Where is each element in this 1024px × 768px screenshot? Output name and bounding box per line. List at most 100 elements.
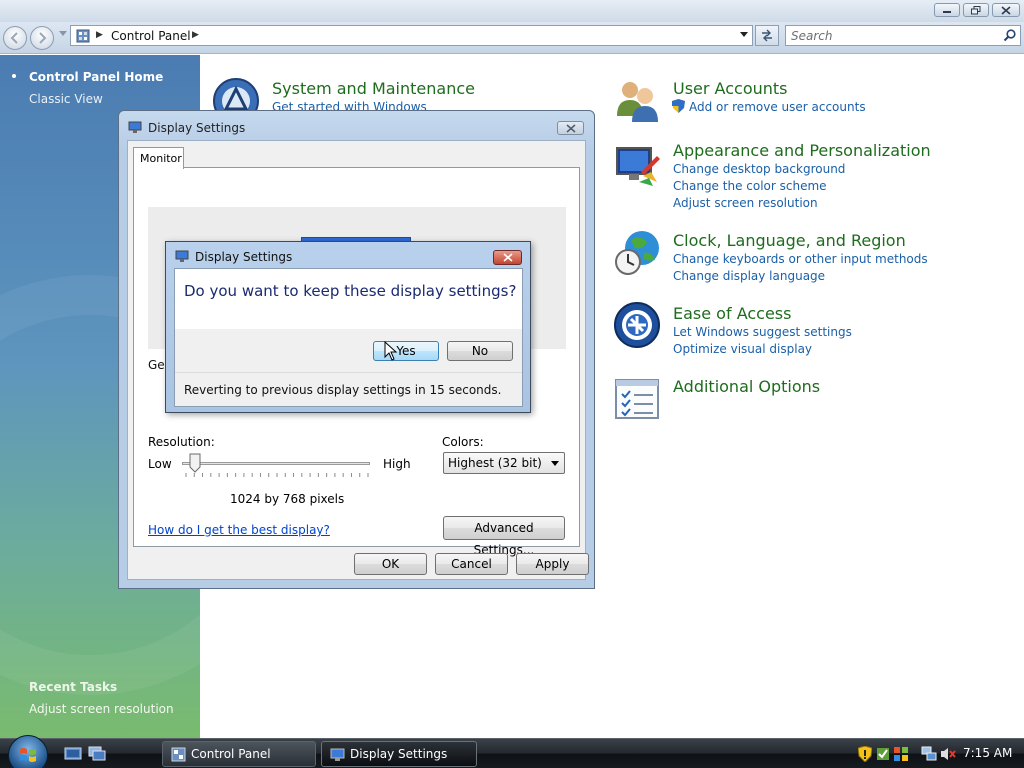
appearance-personalization-title[interactable]: Appearance and Personalization — [673, 141, 931, 160]
display-settings-icon — [330, 748, 345, 761]
breadcrumb-separator-icon[interactable]: ▶ — [192, 30, 199, 40]
clock-language-region-icon[interactable] — [613, 228, 661, 276]
ok-button[interactable]: OK — [354, 553, 427, 575]
adjust-screen-resolution-link[interactable]: Adjust screen resolution — [673, 196, 818, 210]
advanced-settings-button[interactable]: Advanced Settings... — [443, 516, 565, 557]
control-panel-icon — [171, 747, 186, 762]
keep-settings-body: Do you want to keep these display settin… — [174, 268, 523, 407]
slider-high-label: High — [383, 457, 411, 471]
close-icon — [502, 253, 513, 262]
revert-countdown-text: Reverting to previous display settings i… — [184, 383, 502, 397]
address-bar[interactable]: ▶ Control Panel ▶ — [70, 25, 753, 46]
change-display-language-link[interactable]: Change display language — [673, 269, 825, 283]
add-remove-accounts-link[interactable]: Add or remove user accounts — [689, 100, 866, 114]
keep-settings-close-button[interactable] — [493, 250, 522, 265]
slider-low-label: Low — [148, 457, 172, 471]
back-arrow-icon — [10, 32, 18, 44]
forward-arrow-icon — [39, 32, 47, 44]
forward-button[interactable] — [30, 26, 54, 50]
control-panel-icon — [76, 29, 90, 43]
uac-shield-icon — [672, 99, 685, 113]
keep-settings-question: Do you want to keep these display settin… — [184, 282, 517, 300]
security-shield-icon[interactable] — [858, 746, 872, 762]
show-desktop-icon[interactable] — [64, 746, 82, 761]
chevron-down-icon — [551, 461, 559, 466]
additional-options-title[interactable]: Additional Options — [673, 377, 820, 396]
colors-label: Colors: — [442, 435, 484, 449]
recent-task-adjust-resolution[interactable]: Adjust screen resolution — [29, 702, 174, 716]
back-button[interactable] — [3, 26, 27, 50]
refresh-button[interactable] — [755, 25, 779, 46]
minimize-icon — [943, 11, 951, 13]
taskbar-control-panel[interactable]: Control Panel — [162, 741, 316, 767]
appearance-personalization-icon[interactable] — [613, 142, 661, 190]
start-button[interactable] — [8, 735, 48, 768]
keep-settings-dialog: Display Settings Do you want to keep the… — [165, 241, 531, 413]
yes-button[interactable]: Yes — [373, 341, 439, 361]
change-desktop-background-link[interactable]: Change desktop background — [673, 162, 845, 176]
display-settings-icon — [175, 250, 189, 262]
recent-pages-dropdown-icon[interactable] — [59, 31, 67, 36]
system-maintenance-title[interactable]: System and Maintenance — [272, 79, 475, 98]
keep-settings-title: Display Settings — [195, 250, 293, 264]
change-keyboards-link[interactable]: Change keyboards or other input methods — [673, 252, 928, 266]
taskbar-clock[interactable]: 7:15 AM — [963, 746, 1012, 760]
address-dropdown-icon[interactable] — [740, 32, 748, 37]
mouse-cursor-icon — [384, 341, 398, 361]
switch-windows-icon[interactable] — [88, 746, 106, 761]
colors-dropdown[interactable]: Highest (32 bit) — [443, 452, 565, 474]
resolution-slider-thumb[interactable] — [189, 453, 201, 473]
no-button[interactable]: No — [447, 341, 513, 361]
ease-of-access-icon[interactable] — [613, 301, 661, 349]
minimize-button[interactable] — [934, 3, 960, 17]
recent-tasks-heading: Recent Tasks — [29, 680, 118, 694]
current-view-bullet — [12, 74, 16, 78]
taskbar-display-settings-label: Display Settings — [350, 747, 448, 761]
network-icon[interactable] — [921, 746, 937, 762]
search-icon[interactable] — [1003, 29, 1016, 42]
cancel-button[interactable]: Cancel — [435, 553, 508, 575]
resolution-value: 1024 by 768 pixels — [230, 492, 345, 506]
additional-options-icon[interactable] — [613, 376, 661, 424]
apply-button[interactable]: Apply — [516, 553, 589, 575]
close-window-button[interactable] — [992, 3, 1020, 17]
close-icon — [1001, 6, 1011, 15]
resolution-slider-ticks — [185, 473, 369, 477]
breadcrumb-control-panel[interactable]: Control Panel — [111, 29, 191, 43]
let-windows-suggest-link[interactable]: Let Windows suggest settings — [673, 325, 852, 339]
close-icon — [566, 124, 575, 133]
keep-settings-title-bar[interactable]: Display Settings — [166, 242, 530, 269]
clock-language-region-title[interactable]: Clock, Language, and Region — [673, 231, 906, 250]
window-title-bar — [0, 0, 1024, 22]
taskbar-display-settings[interactable]: Display Settings — [321, 741, 477, 767]
taskbar-control-panel-label: Control Panel — [191, 747, 271, 761]
control-panel-home-link[interactable]: Control Panel Home — [29, 70, 163, 84]
display-settings-close-button[interactable] — [557, 121, 584, 135]
taskbar: Control Panel Display Settings 7:15 AM — [0, 735, 1024, 768]
breadcrumb-separator-icon[interactable]: ▶ — [96, 30, 103, 40]
classic-view-link[interactable]: Classic View — [29, 92, 103, 106]
restore-button[interactable] — [963, 3, 989, 17]
colors-selected-value: Highest (32 bit) — [448, 456, 542, 470]
user-accounts-title[interactable]: User Accounts — [673, 79, 788, 98]
tab-monitor[interactable]: Monitor — [133, 147, 184, 169]
best-display-help-link[interactable]: How do I get the best display? — [148, 523, 330, 537]
ease-of-access-title[interactable]: Ease of Access — [673, 304, 791, 323]
display-settings-title: Display Settings — [148, 121, 246, 135]
keep-settings-message-area: Do you want to keep these display settin… — [175, 269, 522, 329]
notification-area: 7:15 AM — [853, 741, 1024, 767]
windows-update-icon[interactable] — [893, 746, 909, 762]
windows-defender-icon[interactable] — [875, 746, 891, 762]
divider — [175, 372, 522, 373]
resolution-slider-track[interactable] — [182, 462, 370, 465]
user-accounts-icon[interactable] — [613, 76, 661, 124]
display-settings-title-bar[interactable]: Display Settings — [119, 111, 594, 141]
resolution-label: Resolution: — [148, 435, 215, 449]
volume-muted-icon[interactable] — [940, 746, 956, 762]
refresh-icon — [762, 29, 772, 42]
change-color-scheme-link[interactable]: Change the color scheme — [673, 179, 827, 193]
windows-logo-icon — [20, 748, 36, 762]
search-input[interactable]: Search — [785, 25, 1021, 46]
display-settings-icon — [128, 121, 142, 133]
optimize-visual-display-link[interactable]: Optimize visual display — [673, 342, 812, 356]
